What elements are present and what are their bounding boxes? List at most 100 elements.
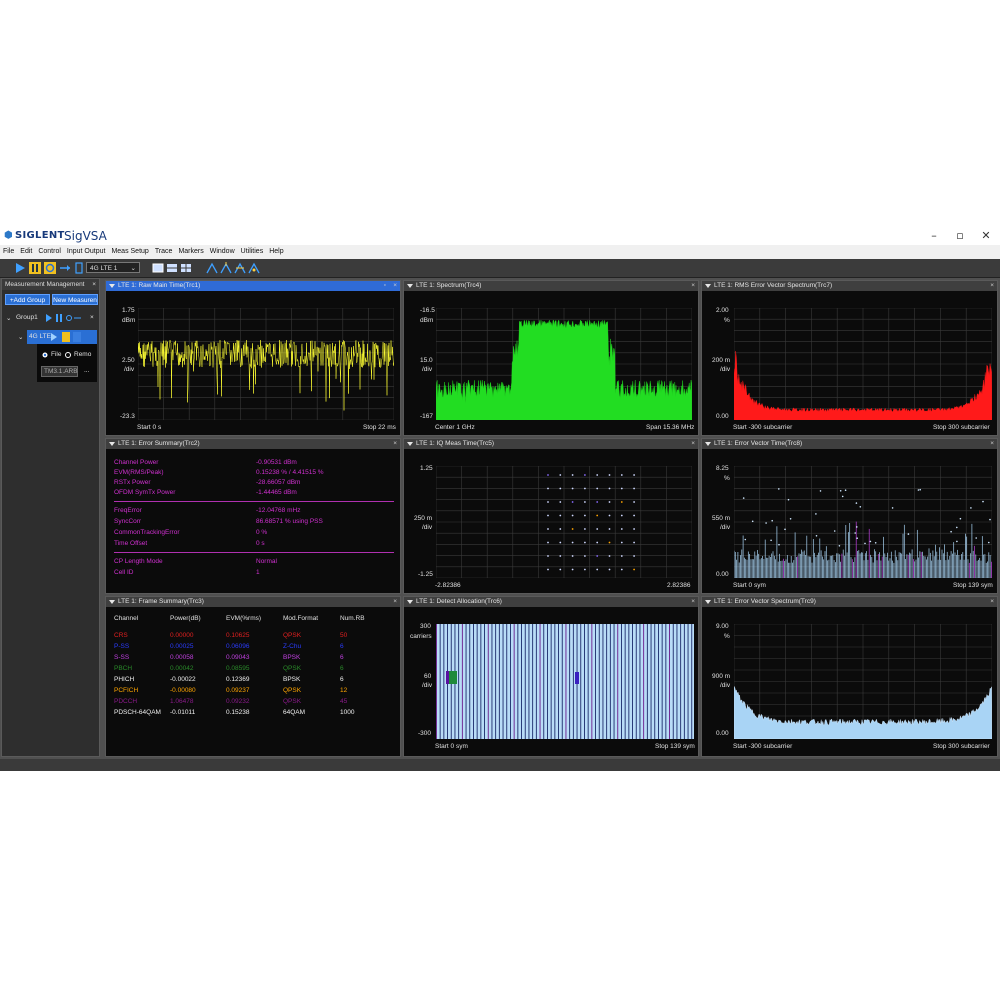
- minimize-button[interactable]: –: [922, 228, 946, 244]
- browse-button[interactable]: ...: [84, 367, 89, 374]
- layout-split-icon[interactable]: [166, 262, 178, 274]
- panel-header[interactable]: LTE 1: IQ Meas Time(Trc5) ×: [404, 439, 698, 449]
- close-icon[interactable]: ×: [990, 439, 994, 449]
- panel-header[interactable]: LTE 1: Error Vector Spectrum(Trc9) ×: [702, 597, 997, 607]
- marker-next-icon[interactable]: [234, 262, 246, 274]
- group-expand-icon[interactable]: ⌄: [6, 314, 11, 322]
- group-label[interactable]: Group1: [16, 314, 38, 321]
- restart-icon[interactable]: [73, 262, 85, 274]
- plot-grid: [436, 466, 692, 578]
- radio-file-selected[interactable]: [42, 352, 48, 358]
- panel-header[interactable]: LTE 1: Error Summary(Trc2) ×: [106, 439, 400, 449]
- panel-error-summary[interactable]: LTE 1: Error Summary(Trc2) × Channel Powe…: [105, 438, 401, 594]
- y-unit-label: dBm: [420, 317, 434, 324]
- menu-window[interactable]: Window: [207, 245, 238, 259]
- marker-peak-icon[interactable]: [220, 262, 232, 274]
- panel-header[interactable]: LTE 1: Error Vector Time(Trc8) ×: [702, 439, 997, 449]
- radio-remote[interactable]: [65, 352, 71, 358]
- new-measurement-button[interactable]: New Measuren: [52, 294, 98, 305]
- panel-error-vector-time[interactable]: LTE 1: Error Vector Time(Trc8) × 8.25 % 5…: [701, 438, 998, 594]
- collapse-icon[interactable]: [109, 442, 115, 446]
- group-controls-icon[interactable]: [46, 314, 86, 322]
- panel-header[interactable]: LTE 1: Spectrum(Trc4) ×: [404, 281, 698, 291]
- menu-trace[interactable]: Trace: [152, 245, 176, 259]
- collapse-icon[interactable]: [705, 442, 711, 446]
- panel-spectrum[interactable]: LTE 1: Spectrum(Trc4) × -16.5 dBm 15.0 /d…: [403, 280, 699, 436]
- menu-meas-setup[interactable]: Meas Setup: [108, 245, 151, 259]
- frame-cell: PDSCH-64QAM: [114, 709, 161, 716]
- allocation-column: [672, 624, 674, 739]
- menu-control[interactable]: Control: [35, 245, 64, 259]
- file-name-field[interactable]: TM3.1.ARB: [41, 366, 78, 377]
- close-icon[interactable]: ×: [691, 439, 695, 449]
- measurement-select[interactable]: 4G LTE 1 ⌄: [86, 262, 140, 273]
- collapse-icon[interactable]: [407, 442, 413, 446]
- allocation-plot[interactable]: [436, 624, 694, 739]
- x-start-label: Start -300 subcarrier: [733, 743, 793, 750]
- continuous-icon[interactable]: [44, 262, 56, 274]
- collapse-icon[interactable]: [109, 600, 115, 604]
- restore-button[interactable]: ▫: [948, 228, 972, 244]
- menu-file[interactable]: File: [0, 245, 17, 259]
- close-icon[interactable]: ×: [92, 279, 96, 290]
- collapse-icon[interactable]: [109, 284, 115, 288]
- collapse-icon[interactable]: [705, 600, 711, 604]
- panel-rms-error-vector-spectrum[interactable]: LTE 1: RMS Error Vector Spectrum(Trc7) × …: [701, 280, 998, 436]
- allocation-column: [669, 624, 670, 739]
- panel-header[interactable]: LTE 1: Detect Allocation(Trc6) ×: [404, 597, 698, 607]
- marker-delta-icon[interactable]: [248, 262, 260, 274]
- panel-error-vector-spectrum[interactable]: LTE 1: Error Vector Spectrum(Trc9) × 9.00…: [701, 596, 998, 757]
- close-icon[interactable]: ×: [393, 597, 397, 607]
- ev-time-plot[interactable]: [734, 466, 992, 578]
- close-icon[interactable]: ×: [990, 281, 994, 291]
- rms-ev-spectrum-plot[interactable]: [734, 308, 992, 420]
- allocation-column: [598, 624, 600, 739]
- spectrum-plot[interactable]: [436, 308, 692, 420]
- collapse-icon[interactable]: [407, 284, 413, 288]
- iq-constellation-plot[interactable]: [436, 466, 692, 578]
- pause-icon[interactable]: [29, 262, 41, 274]
- ev-outlier: [778, 543, 780, 546]
- meas-controls-icon[interactable]: [51, 332, 81, 342]
- panel-header[interactable]: LTE 1: Raw Main Time(Trc1) ▫ ×: [106, 281, 400, 291]
- close-icon[interactable]: ×: [691, 597, 695, 607]
- y-unit-label: %: [724, 475, 730, 482]
- allocation-column: [676, 624, 678, 739]
- panel-header[interactable]: LTE 1: RMS Error Vector Spectrum(Trc7) ×: [702, 281, 997, 291]
- layout-grid-icon[interactable]: [180, 262, 192, 274]
- constellation-point: [559, 501, 562, 503]
- panel-raw-main-time[interactable]: LTE 1: Raw Main Time(Trc1) ▫ × 1.75 dBm 2.…: [105, 280, 401, 436]
- add-group-button[interactable]: +Add Group: [5, 294, 50, 305]
- menu-utilities[interactable]: Utilities: [238, 245, 267, 259]
- collapse-icon[interactable]: [407, 600, 413, 604]
- meas-expand-icon[interactable]: ⌄: [18, 333, 23, 341]
- panel-frame-summary[interactable]: LTE 1: Frame Summary(Trc3) × Channel Powe…: [105, 596, 401, 757]
- maximize-icon[interactable]: ▫: [384, 281, 386, 291]
- play-icon[interactable]: [14, 262, 26, 274]
- layout-single-icon[interactable]: [152, 262, 164, 274]
- menu-edit[interactable]: Edit: [17, 245, 35, 259]
- measurement-item[interactable]: 4G LTE: [27, 330, 97, 344]
- close-icon[interactable]: ×: [393, 439, 397, 449]
- marker-icon[interactable]: [206, 262, 218, 274]
- ev-outlier: [864, 542, 866, 545]
- menu-markers[interactable]: Markers: [175, 245, 206, 259]
- ev-outlier: [815, 513, 817, 515]
- collapse-icon[interactable]: [705, 284, 711, 288]
- menu-input-output[interactable]: Input Output: [64, 245, 109, 259]
- close-icon[interactable]: ×: [691, 281, 695, 291]
- ev-spectrum-plot[interactable]: [734, 624, 992, 739]
- menu-help[interactable]: Help: [266, 245, 286, 259]
- single-icon[interactable]: [59, 262, 71, 274]
- close-icon[interactable]: ×: [393, 281, 397, 291]
- panel-detect-allocation[interactable]: LTE 1: Detect Allocation(Trc6) × 300 carr…: [403, 596, 699, 757]
- close-window-button[interactable]: ✕: [974, 228, 998, 244]
- panel-iq-meas-time[interactable]: LTE 1: IQ Meas Time(Trc5) × 1.25 250 m /d…: [403, 438, 699, 594]
- panel-header[interactable]: LTE 1: Frame Summary(Trc3) ×: [106, 597, 400, 607]
- x-stop-label: Span 15.36 MHz: [646, 424, 695, 431]
- constellation-point: [608, 514, 611, 517]
- y-unit-label: %: [724, 633, 730, 640]
- close-icon[interactable]: ×: [990, 597, 994, 607]
- raw-time-plot[interactable]: [138, 308, 394, 420]
- group-close-icon[interactable]: ×: [90, 314, 94, 321]
